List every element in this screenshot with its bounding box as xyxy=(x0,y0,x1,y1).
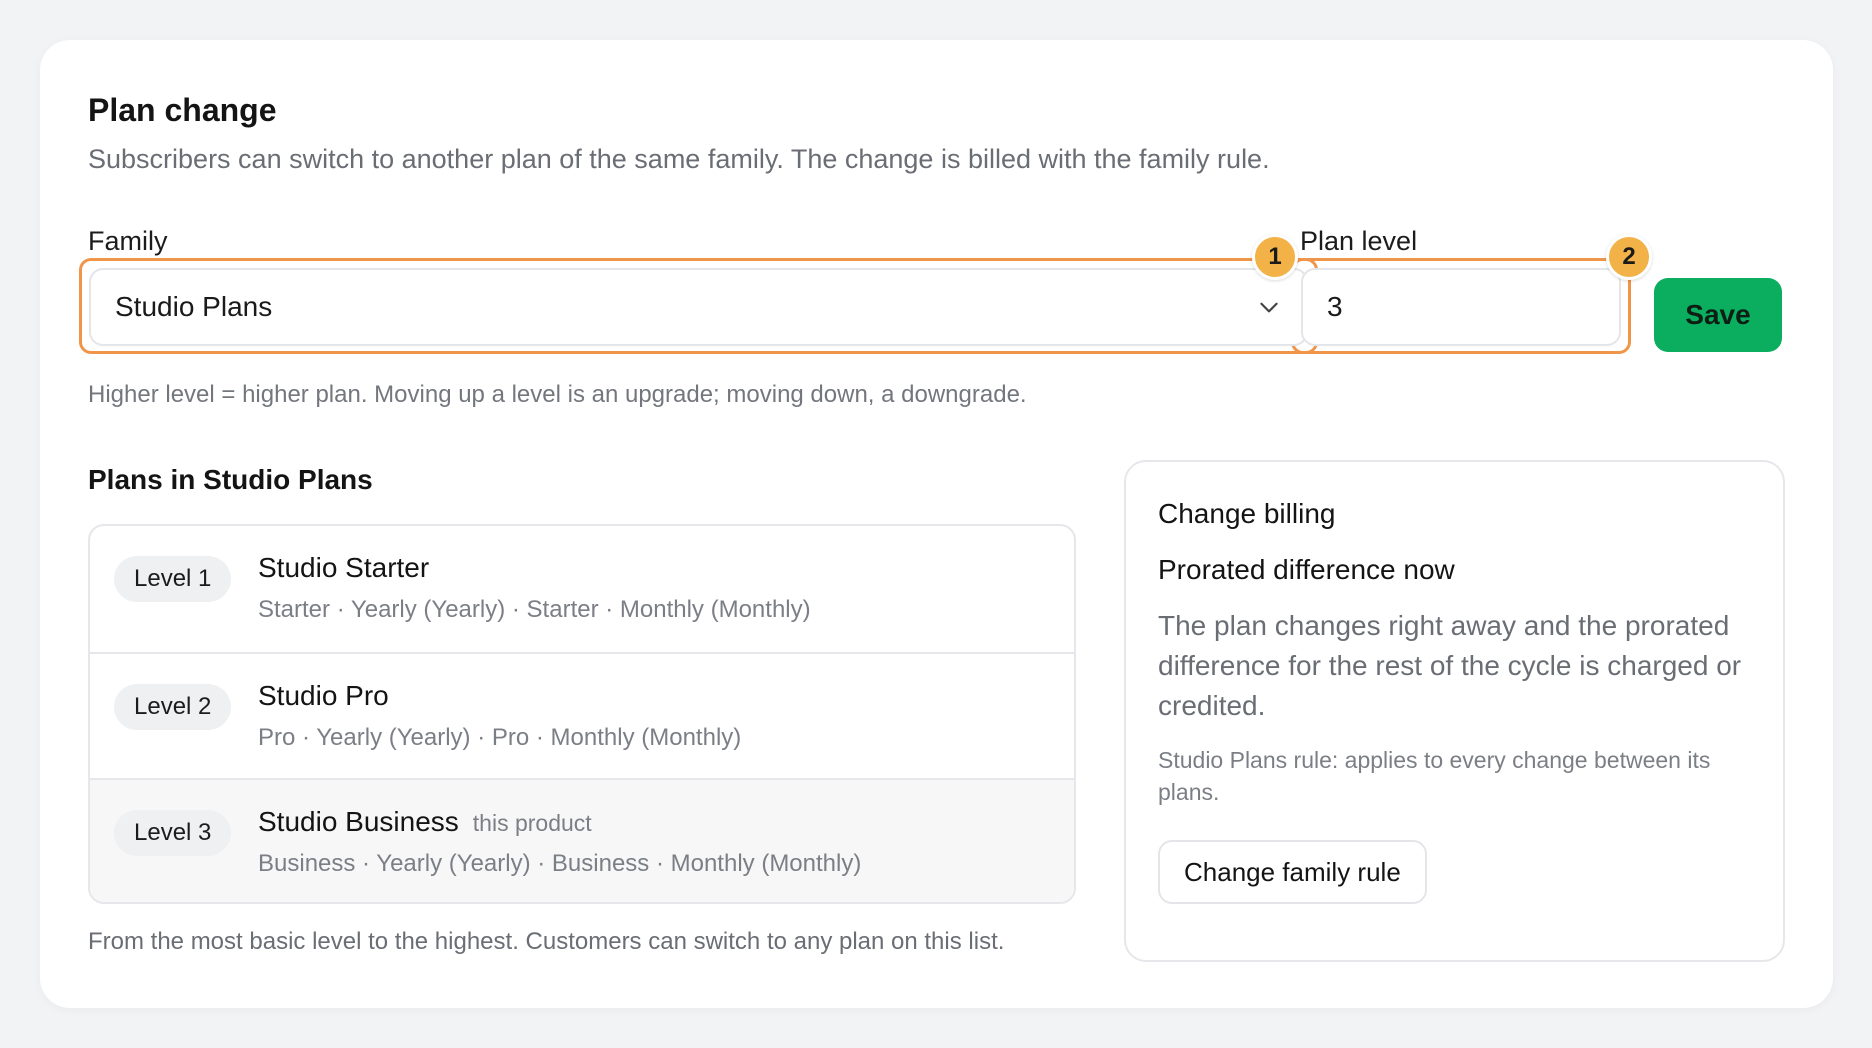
plan-level-label: Plan level xyxy=(1300,226,1418,256)
plan-row-level-1: Level 1 Studio Starter Starter · Yearly … xyxy=(90,526,1074,652)
plan-description: Starter · Yearly (Yearly) · Starter · Mo… xyxy=(258,596,811,623)
family-label: Family xyxy=(88,226,168,256)
plan-row-level-2: Level 2 Studio Pro Pro · Yearly (Yearly)… xyxy=(90,652,1074,778)
step-badge-2: 2 xyxy=(1606,234,1652,280)
save-button[interactable]: Save xyxy=(1654,278,1782,352)
plans-heading: Plans in Studio Plans xyxy=(88,464,373,495)
change-family-rule-button[interactable]: Change family rule xyxy=(1158,840,1427,904)
this-product-tag: this product xyxy=(472,810,592,836)
family-select[interactable]: Studio Plans xyxy=(89,268,1308,346)
plan-name: Studio Pro xyxy=(258,680,389,711)
plan-level-value: 3 xyxy=(1327,291,1343,322)
plan-level-input[interactable]: 3 xyxy=(1301,268,1621,346)
page-title: Plan change xyxy=(88,92,277,128)
family-select-value: Studio Plans xyxy=(115,291,273,322)
plan-row-level-3: Level 3 Studio Business this product Busi… xyxy=(90,778,1074,902)
plan-change-card: Plan change Subscribers can switch to an… xyxy=(40,40,1833,1008)
page-subtitle: Subscribers can switch to another plan o… xyxy=(88,144,1270,174)
plan-name: Studio Business this product xyxy=(258,806,592,837)
plan-name: Studio Starter xyxy=(258,552,430,583)
billing-title: Change billing xyxy=(1158,498,1336,529)
plan-description: Pro · Yearly (Yearly) · Pro · Monthly (M… xyxy=(258,724,742,751)
level-pill: Level 3 xyxy=(114,810,232,856)
level-pill: Level 2 xyxy=(114,684,232,730)
level-pill: Level 1 xyxy=(114,556,232,602)
plan-description: Business · Yearly (Yearly) · Business · … xyxy=(258,850,862,877)
chevron-down-icon xyxy=(1260,302,1278,313)
billing-description: The plan changes right away and the pror… xyxy=(1158,610,1742,721)
billing-mode: Prorated difference now xyxy=(1158,554,1455,585)
billing-rule-text: Studio Plans rule: applies to every chan… xyxy=(1158,747,1711,805)
plans-list-footer: From the most basic level to the highest… xyxy=(88,928,1005,955)
plans-list: Level 1 Studio Starter Starter · Yearly … xyxy=(88,524,1076,904)
step-badge-1: 1 xyxy=(1252,234,1298,280)
plan-level-hint: Higher level = higher plan. Moving up a … xyxy=(88,381,1027,408)
change-billing-card: Change billing Prorated difference now T… xyxy=(1124,460,1785,962)
